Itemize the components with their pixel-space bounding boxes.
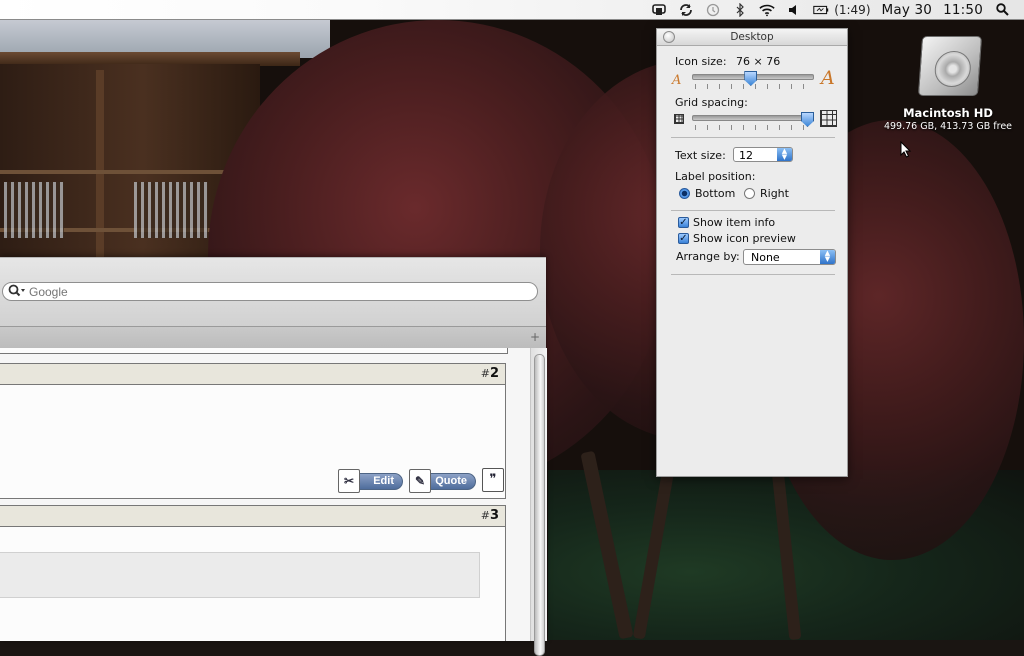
- quote-block: [0, 552, 480, 598]
- search-input[interactable]: [29, 285, 509, 299]
- show-icon-preview-label[interactable]: Show icon preview: [693, 232, 796, 245]
- volume-icon[interactable]: [786, 2, 802, 18]
- bluetooth-icon[interactable]: [732, 2, 748, 18]
- grid-spacing-label: Grid spacing:: [675, 96, 748, 109]
- menubar-date[interactable]: May 30: [882, 2, 933, 18]
- post-number-value: 3: [489, 508, 499, 523]
- quote-pen-icon: ✎: [409, 469, 431, 493]
- time-machine-icon[interactable]: [705, 2, 721, 18]
- menubar-clock[interactable]: 11:50: [943, 2, 983, 18]
- grid-spacing-slider[interactable]: [692, 115, 814, 121]
- icon-size-label-text: Icon size:: [675, 55, 727, 68]
- arrange-by-popup[interactable]: None ▲ ▼: [743, 249, 836, 265]
- scrollbar-thumb[interactable]: [534, 354, 545, 656]
- quote-button[interactable]: ✎ Quote: [409, 469, 476, 493]
- label-position-label: Label position:: [675, 170, 756, 183]
- macintosh-hd-info: 499.76 GB, 413.73 GB free: [883, 121, 1013, 132]
- arrange-by-label: Arrange by:: [676, 250, 740, 263]
- macintosh-hd-label[interactable]: Macintosh HD: [880, 106, 1016, 120]
- post-frame-previous: [0, 348, 508, 354]
- edit-button-label: Edit: [373, 475, 394, 487]
- panel-title: Desktop: [730, 31, 774, 43]
- text-size-label: Text size:: [675, 149, 726, 162]
- menu-extras: (1:49) May 30 11:50: [651, 0, 1010, 19]
- post-number[interactable]: #2: [481, 366, 499, 381]
- post-number[interactable]: #3: [481, 508, 499, 523]
- hard-drive-platter: [933, 51, 973, 87]
- time-capsule-icon[interactable]: [651, 2, 667, 18]
- wallpaper-rail: [0, 170, 230, 174]
- small-icon-size-icon: A: [672, 73, 682, 88]
- multiquote-icon[interactable]: ❞: [482, 468, 504, 492]
- tab-bar: +: [0, 326, 546, 349]
- separator: [671, 210, 835, 211]
- slider-ticks: [695, 125, 813, 130]
- chevron-updown-icon: ▲ ▼: [777, 148, 792, 161]
- separator: [671, 274, 835, 275]
- arrange-by-value: None: [751, 251, 780, 264]
- label-position-bottom-radio[interactable]: [679, 188, 690, 199]
- macintosh-hd-icon[interactable]: [917, 30, 983, 96]
- label-position-right-label[interactable]: Right: [760, 187, 789, 200]
- mouse-cursor-icon: [900, 141, 912, 158]
- chevron-updown-icon: ▲ ▼: [820, 250, 835, 264]
- menu-bar: (1:49) May 30 11:50: [0, 0, 1024, 20]
- spotlight-icon[interactable]: [994, 2, 1010, 18]
- post-2: #2 ✂ Edit ✎ Quote ❞: [0, 363, 506, 499]
- large-grid-icon: [820, 110, 837, 127]
- desktop-view-options-panel: Desktop Icon size: 76 × 76 A A Grid spac…: [656, 28, 848, 477]
- separator: [671, 137, 835, 138]
- battery-time[interactable]: (1:49): [834, 3, 870, 17]
- show-item-info-label[interactable]: Show item info: [693, 216, 775, 229]
- panel-titlebar[interactable]: Desktop: [657, 29, 847, 46]
- page-content: #2 ✂ Edit ✎ Quote ❞ #3: [0, 348, 530, 641]
- post-header: #3: [0, 506, 505, 527]
- wallpaper-balusters: [4, 182, 64, 238]
- icon-size-label: Icon size: 76 × 76: [675, 55, 780, 68]
- slider-ticks: [695, 84, 813, 89]
- sync-icon[interactable]: [678, 2, 694, 18]
- icon-size-value: 76 × 76: [736, 55, 781, 68]
- close-button[interactable]: [663, 31, 675, 43]
- large-icon-size-icon: A: [821, 67, 835, 89]
- text-size-popup[interactable]: 12 ▲ ▼: [733, 147, 793, 162]
- post-header: #2: [0, 364, 505, 385]
- hard-drive-icon: [917, 36, 983, 96]
- search-icon[interactable]: [8, 284, 26, 300]
- battery-icon[interactable]: [813, 2, 829, 18]
- edit-button[interactable]: ✂ Edit: [338, 469, 403, 493]
- post-3: #3: [0, 505, 506, 641]
- wifi-icon[interactable]: [759, 2, 775, 18]
- wallpaper-balusters: [134, 182, 208, 238]
- label-position-right-radio[interactable]: [744, 188, 755, 199]
- show-icon-preview-checkbox[interactable]: ✓: [678, 233, 689, 244]
- edit-scissors-icon: ✂: [338, 469, 360, 493]
- show-item-info-checkbox[interactable]: ✓: [678, 217, 689, 228]
- vertical-scrollbar[interactable]: [530, 348, 547, 656]
- post-number-value: 2: [489, 366, 499, 381]
- text-size-value: 12: [739, 149, 753, 162]
- label-position-bottom-label[interactable]: Bottom: [695, 187, 735, 200]
- browser-window: + #2 ✂ Edit ✎ Quote ❞ #3: [0, 257, 547, 656]
- search-field[interactable]: [2, 282, 538, 301]
- quote-button-label: Quote: [435, 475, 467, 487]
- new-tab-button[interactable]: +: [530, 330, 540, 344]
- small-grid-icon: [674, 114, 684, 124]
- browser-toolbar: [0, 258, 546, 326]
